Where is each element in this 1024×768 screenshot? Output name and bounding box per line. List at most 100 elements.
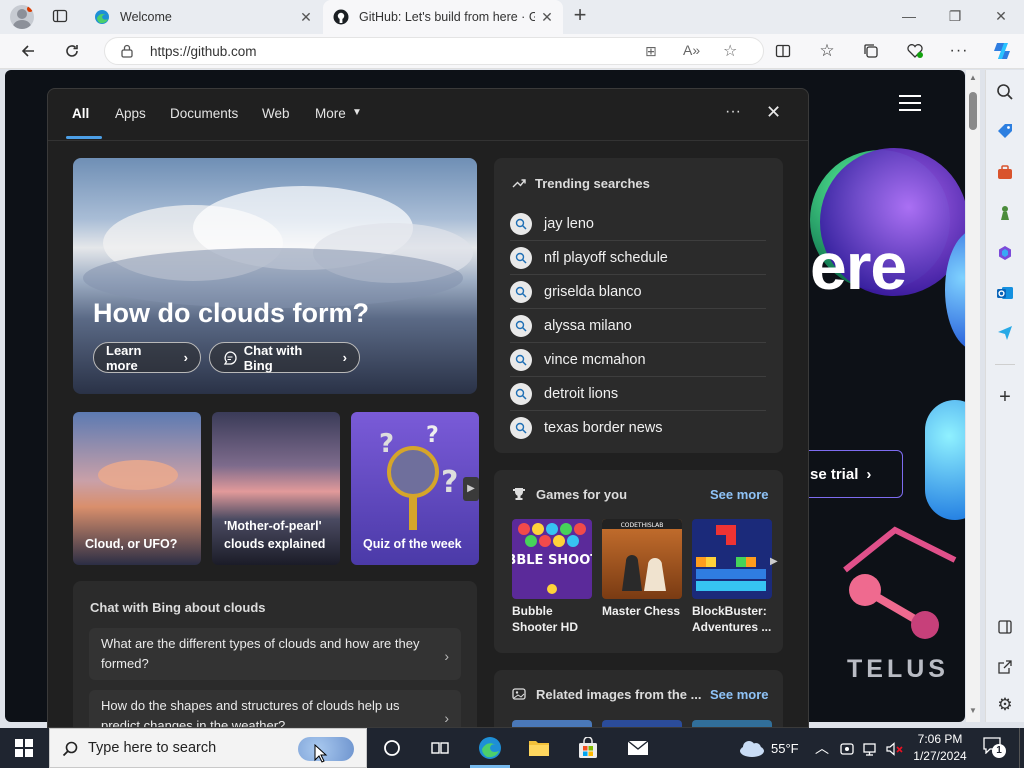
free-trial-button[interactable]: se trial › <box>795 450 903 498</box>
close-tab-icon[interactable]: ✕ <box>298 9 314 25</box>
profile-avatar[interactable] <box>10 5 34 29</box>
master-chess-image: CODETHISLAB <box>602 519 682 599</box>
cortana-button[interactable] <box>378 734 406 762</box>
app-available-icon[interactable]: ⊞ <box>645 43 657 60</box>
split-screen-button[interactable] <box>768 36 798 66</box>
close-tab-icon[interactable]: ✕ <box>539 9 555 25</box>
trending-item[interactable]: griselda blanco <box>510 275 766 309</box>
clock[interactable]: 7:06 PM 1/27/2024 <box>912 731 968 765</box>
trending-item[interactable]: alyssa milano <box>510 309 766 343</box>
settings-more-button[interactable]: ··· <box>944 36 974 66</box>
notification-center-button[interactable]: 1 <box>982 736 1006 760</box>
scroll-down-arrow[interactable]: ▼ <box>969 706 977 715</box>
suggested-question[interactable]: What are the different types of clouds a… <box>89 628 461 680</box>
trending-item[interactable]: detroit lions <box>510 377 766 411</box>
back-button[interactable] <box>13 36 43 66</box>
github-icon <box>333 9 349 25</box>
thumbnail-card[interactable]: 'Mother-of-pearl' clouds explained <box>212 412 340 565</box>
related-see-more-link[interactable]: See more <box>710 687 769 702</box>
games-next-arrow[interactable]: ▶ <box>770 551 782 573</box>
thumbnail-card[interactable]: Cloud, or UFO? <box>73 412 201 565</box>
address-bar[interactable]: https://github.com ⊞ A» ☆ <box>104 37 764 65</box>
chat-with-bing-button[interactable]: Chat with Bing › <box>209 342 360 373</box>
taskbar-edge-button[interactable] <box>476 734 504 762</box>
browser-essentials-button[interactable] <box>900 36 930 66</box>
trending-list: jay leno nfl playoff schedule griselda b… <box>494 207 783 445</box>
sidebar-tools-briefcase-icon[interactable] <box>994 162 1016 184</box>
related-image-thumb[interactable] <box>602 720 682 727</box>
minimize-button[interactable]: — <box>886 0 932 32</box>
sidebar-outlook-icon[interactable] <box>994 282 1016 304</box>
meet-now-icon[interactable] <box>840 742 854 756</box>
refresh-button[interactable] <box>57 36 87 66</box>
chevron-down-icon[interactable]: ▼ <box>352 107 362 118</box>
sidebar-drop-send-icon[interactable] <box>994 322 1016 344</box>
favorite-star-icon[interactable]: ☆ <box>723 41 737 61</box>
taskbar-store-button[interactable] <box>574 734 602 762</box>
game-tile[interactable]: BlockBuster: Adventures ... <box>692 519 772 635</box>
games-heading: Games for you <box>536 487 628 502</box>
show-hidden-icons-chevron[interactable]: ︿ <box>815 738 829 758</box>
tab-apps[interactable]: Apps <box>115 106 146 121</box>
scrollbar-thumb[interactable] <box>969 92 977 130</box>
network-icon[interactable] <box>863 742 879 756</box>
restore-button[interactable]: ❐ <box>932 0 978 32</box>
sidebar-microsoft365-icon[interactable] <box>994 242 1016 264</box>
tab-github[interactable]: GitHub: Let's build from here · Gi ✕ <box>323 0 563 34</box>
page-scrollbar[interactable]: ▲ ▼ <box>966 70 980 722</box>
game-title: Bubble Shooter HD <box>512 604 578 634</box>
cloud-weather-icon <box>740 741 764 757</box>
new-tab-button[interactable]: + <box>568 4 592 28</box>
taskbar-mail-button[interactable] <box>624 734 652 762</box>
thumbnail-card[interactable]: ? ? ? Quiz of the week <box>351 412 479 565</box>
taskbar-file-explorer-button[interactable] <box>525 734 553 762</box>
collections-button[interactable] <box>856 36 886 66</box>
tab-actions-icon[interactable] <box>52 8 68 24</box>
copilot-button[interactable] <box>988 36 1018 66</box>
close-flyout-icon[interactable]: ✕ <box>766 102 781 123</box>
sidebar-hide-pane-icon[interactable] <box>994 616 1016 638</box>
trending-item[interactable]: vince mcmahon <box>510 343 766 377</box>
related-image-thumb[interactable] <box>692 720 772 727</box>
tab-all[interactable]: All <box>72 106 89 121</box>
search-icon <box>510 382 532 405</box>
trending-item-label: griselda blanco <box>544 283 642 300</box>
sidebar-search-icon[interactable] <box>994 81 1016 103</box>
tab-welcome[interactable]: Welcome ✕ <box>84 0 322 34</box>
sidebar-settings-gear-icon[interactable]: ⚙ <box>994 694 1016 716</box>
more-options-icon[interactable]: ··· <box>725 103 741 121</box>
sidebar-add-icon[interactable]: + <box>994 386 1016 408</box>
close-window-button[interactable]: ✕ <box>978 0 1024 32</box>
game-tile[interactable]: CODETHISLAB Master Chess <box>602 519 682 619</box>
trending-item[interactable]: jay leno <box>510 207 766 241</box>
favorites-button[interactable]: ☆ <box>812 36 842 66</box>
trending-item[interactable]: nfl playoff schedule <box>510 241 766 275</box>
weather-widget[interactable]: 55°F <box>738 736 802 760</box>
related-image-thumb[interactable] <box>512 720 592 727</box>
show-desktop-button[interactable] <box>1019 728 1024 768</box>
carousel-next-arrow[interactable]: ▶ <box>463 477 479 501</box>
volume-muted-icon[interactable] <box>886 742 904 756</box>
sidebar-open-external-icon[interactable] <box>994 656 1016 678</box>
hero-card[interactable]: How do clouds form? Learn more › Chat wi… <box>73 158 477 394</box>
tab-more[interactable]: More <box>315 106 346 121</box>
chat-heading: Chat with Bing about clouds <box>90 600 266 615</box>
suggested-question[interactable]: How do the shapes and structures of clou… <box>89 690 461 727</box>
sidebar-games-chess-icon[interactable] <box>994 202 1016 224</box>
game-tile[interactable]: BUBBLE SHOOTER Bubble Shooter HD <box>512 519 592 635</box>
learn-more-button[interactable]: Learn more › <box>93 342 201 373</box>
taskbar-search-box[interactable]: Type here to search <box>49 728 367 768</box>
sidebar-shopping-tag-icon[interactable] <box>994 120 1016 142</box>
read-aloud-icon[interactable]: A» <box>683 42 700 58</box>
start-button[interactable] <box>10 734 38 762</box>
hamburger-menu-icon[interactable] <box>899 95 921 111</box>
trending-item[interactable]: texas border news <box>510 411 766 445</box>
tab-documents[interactable]: Documents <box>170 106 238 121</box>
trending-item-label: nfl playoff schedule <box>544 249 668 266</box>
games-see-more-link[interactable]: See more <box>710 487 769 502</box>
trending-item-label: vince mcmahon <box>544 351 646 368</box>
tab-web[interactable]: Web <box>262 106 290 121</box>
tab-strip: Welcome ✕ GitHub: Let's build from here … <box>0 0 1024 34</box>
scroll-up-arrow[interactable]: ▲ <box>969 73 977 82</box>
task-view-button[interactable] <box>426 734 454 762</box>
